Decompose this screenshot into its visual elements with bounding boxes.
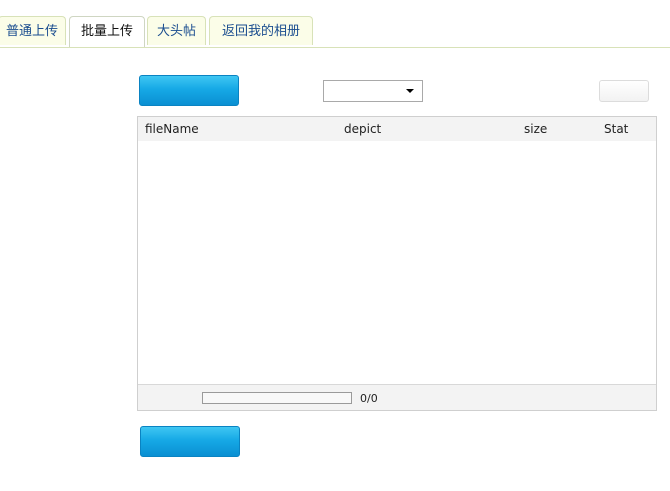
file-list-footer: 0/0 [138,384,656,410]
file-list-body [138,141,656,384]
upload-progress-text: 0/0 [360,392,378,405]
upload-progress-bar [202,392,352,404]
column-header-depict: depict [344,122,382,136]
toolbar-button[interactable] [599,80,649,102]
chevron-down-icon [406,89,414,93]
column-header-size: size [524,122,548,136]
select-files-button[interactable] [139,75,239,106]
start-upload-button[interactable] [140,426,240,457]
tab-batch-upload[interactable]: 批量上传 [69,16,145,47]
upload-page: 普通上传 批量上传 大头帖 返回我的相册 fileName depict siz… [0,0,670,491]
tab-bar: 普通上传 批量上传 大头帖 返回我的相册 [0,16,670,48]
column-header-stat: Stat [604,122,629,136]
file-list-header: fileName depict size Stat [138,117,656,141]
tab-avatar-post[interactable]: 大头帖 [147,16,206,45]
album-select[interactable] [323,80,423,102]
column-header-filename: fileName [145,122,199,136]
tab-back-to-album[interactable]: 返回我的相册 [209,16,313,45]
file-list: fileName depict size Stat 0/0 [137,116,657,411]
tab-normal-upload[interactable]: 普通上传 [0,16,66,45]
